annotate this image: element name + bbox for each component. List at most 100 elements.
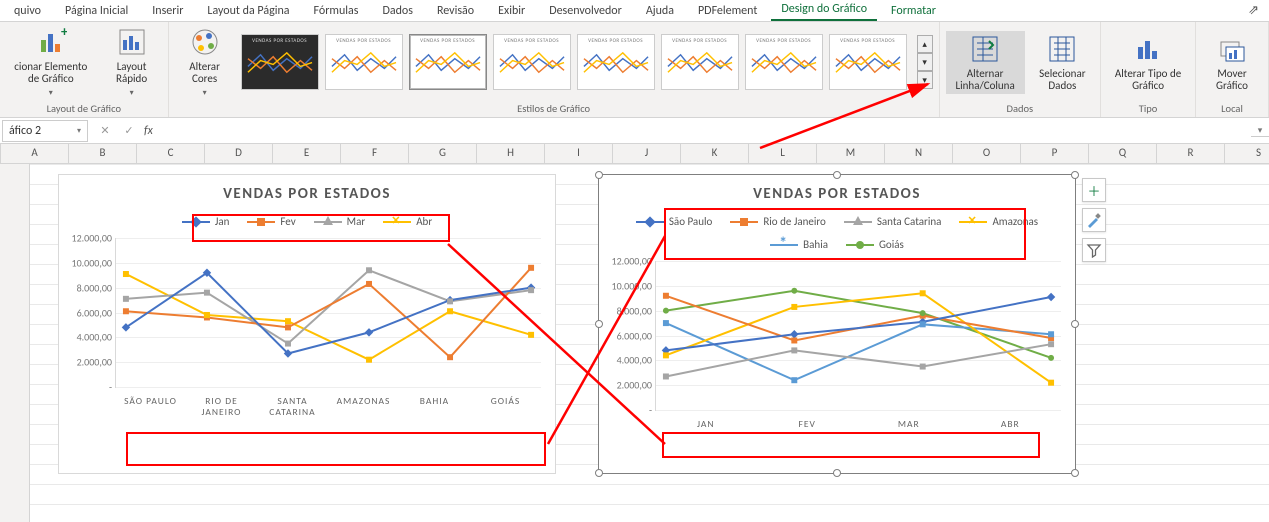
expand-formula-bar[interactable]: ▾	[1251, 125, 1269, 137]
chart-style-thumb[interactable]: VENDAS POR ESTADOS	[745, 34, 823, 90]
column-header[interactable]: A	[1, 144, 69, 163]
resize-handle[interactable]	[595, 171, 603, 179]
tab-exibir[interactable]: Exibir	[488, 1, 535, 21]
column-header[interactable]: D	[205, 144, 273, 163]
fx-icon[interactable]: fx	[144, 124, 153, 138]
chart-styles-button[interactable]	[1082, 208, 1106, 232]
dropdown-caret-icon: ▾	[203, 88, 207, 98]
chart-style-thumb[interactable]: VENDAS POR ESTADOS	[829, 34, 907, 90]
change-colors-button[interactable]: Alterar Cores ▾	[175, 24, 235, 100]
tab-ajuda[interactable]: Ajuda	[636, 1, 684, 21]
column-header[interactable]: Q	[1089, 144, 1157, 163]
resize-handle[interactable]	[1071, 469, 1079, 477]
x-tick-label: JAN	[655, 419, 757, 430]
tab-revis-o[interactable]: Revisão	[427, 1, 484, 21]
x-tick-label: GOIÁS	[470, 396, 541, 418]
column-header[interactable]: L	[749, 144, 817, 163]
column-header[interactable]: F	[341, 144, 409, 163]
resize-handle[interactable]	[833, 469, 841, 477]
y-tick-label: 8.000,00	[604, 304, 652, 317]
chart-style-thumb[interactable]: VENDAS POR ESTADOS	[577, 34, 655, 90]
chart-style-thumb[interactable]: VENDAS POR ESTADOS	[325, 34, 403, 90]
column-header[interactable]: S	[1225, 144, 1269, 163]
resize-handle[interactable]	[1071, 171, 1079, 179]
x-tick-label: SANTACATARINA	[257, 396, 328, 418]
switch-row-column-button[interactable]: Alternar Linha/Coluna	[946, 31, 1025, 94]
x-tick-label: MAR	[858, 419, 960, 430]
column-header[interactable]: C	[137, 144, 205, 163]
group-location: Mover Gráfico Local	[1196, 22, 1269, 117]
chart-right[interactable]: VENDAS POR ESTADOS São PauloRio de Janei…	[598, 174, 1076, 474]
group-label: Estilos de Gráfico	[175, 102, 933, 115]
chart-plot-area: 12.000,0010.000,008.000,006.000,004.000,…	[115, 238, 541, 388]
column-header[interactable]: P	[1021, 144, 1089, 163]
column-header[interactable]: J	[613, 144, 681, 163]
worksheet-grid[interactable]: VENDAS POR ESTADOS JanFevMarAbr 12.000,0…	[0, 164, 1269, 522]
chart-x-axis: JANFEVMARABR	[599, 415, 1075, 436]
formula-buttons: ✕ ✓ fx	[90, 124, 159, 138]
column-header[interactable]: I	[545, 144, 613, 163]
row-headers	[0, 164, 30, 522]
tab-quivo[interactable]: quivo	[4, 1, 51, 21]
svg-text:+: +	[61, 26, 67, 40]
select-data-button[interactable]: Selecionar Dados	[1031, 31, 1094, 94]
resize-handle[interactable]	[595, 469, 603, 477]
enter-formula-icon[interactable]: ✓	[120, 124, 138, 137]
chart-legend: São PauloRio de JaneiroSanta CatarinaAma…	[599, 209, 1075, 257]
column-header[interactable]: G	[409, 144, 477, 163]
tab-design-do-gr-fico[interactable]: Design do Gráfico	[771, 0, 877, 21]
column-header[interactable]: R	[1157, 144, 1225, 163]
tab-formatar[interactable]: Formatar	[881, 1, 946, 21]
column-header[interactable]: N	[885, 144, 953, 163]
tab-desenvolvedor[interactable]: Desenvolvedor	[539, 1, 632, 21]
x-tick-label: BAHIA	[399, 396, 470, 418]
gallery-scroll-down[interactable]: ▾	[917, 53, 933, 71]
tab-f-rmulas[interactable]: Fórmulas	[304, 1, 369, 21]
chart-style-thumb[interactable]: VENDAS POR ESTADOS	[241, 34, 319, 90]
share-button[interactable]: ⇗	[1238, 0, 1269, 21]
group-label: Local	[1202, 102, 1262, 115]
y-tick-label: 12.000,00	[64, 232, 112, 245]
x-tick-label: AMAZONAS	[328, 396, 399, 418]
resize-handle[interactable]	[1071, 320, 1079, 328]
move-chart-button[interactable]: Mover Gráfico	[1202, 31, 1262, 94]
tab-p-gina-inicial[interactable]: Página Inicial	[55, 1, 138, 21]
dropdown-caret-icon: ▾	[77, 126, 81, 136]
tab-dados[interactable]: Dados	[373, 1, 423, 21]
column-header[interactable]: K	[681, 144, 749, 163]
y-tick-label: 2.000,00	[64, 356, 112, 369]
resize-handle[interactable]	[595, 320, 603, 328]
chart-elements-button[interactable]: ＋	[1082, 178, 1106, 202]
column-header[interactable]: B	[69, 144, 137, 163]
name-box-value: áfico 2	[9, 124, 41, 138]
y-tick-label: 2.000,00	[604, 379, 652, 392]
chart-left[interactable]: VENDAS POR ESTADOS JanFevMarAbr 12.000,0…	[58, 174, 556, 474]
cancel-formula-icon[interactable]: ✕	[96, 124, 114, 137]
chart-style-thumb[interactable]: VENDAS POR ESTADOS	[409, 34, 487, 90]
gallery-expand[interactable]: ▾	[917, 71, 933, 89]
chart-element-buttons: ＋	[1082, 178, 1106, 262]
group-chart-layout: + cionar Elemento de Gráfico ▾ Layout Rá…	[0, 22, 169, 117]
tab-inserir[interactable]: Inserir	[142, 1, 193, 21]
column-header[interactable]: O	[953, 144, 1021, 163]
gallery-scroll-up[interactable]: ▴	[917, 35, 933, 53]
add-chart-element-button[interactable]: + cionar Elemento de Gráfico ▾	[6, 24, 96, 100]
chart-style-thumb[interactable]: VENDAS POR ESTADOS	[661, 34, 739, 90]
change-chart-type-button[interactable]: Alterar Tipo de Gráfico	[1107, 31, 1189, 94]
column-header[interactable]: E	[273, 144, 341, 163]
y-tick-label: 10.000,00	[64, 256, 112, 269]
resize-handle[interactable]	[833, 171, 841, 179]
group-label: Tipo	[1107, 102, 1189, 115]
name-box[interactable]: áfico 2 ▾	[2, 120, 88, 142]
quick-layout-button[interactable]: Layout Rápido ▾	[102, 24, 162, 100]
group-data: Alternar Linha/Coluna Selecionar Dados D…	[940, 22, 1102, 117]
column-header[interactable]: H	[477, 144, 545, 163]
y-tick-label: -	[64, 381, 112, 394]
chart-style-thumb[interactable]: VENDAS POR ESTADOS	[493, 34, 571, 90]
chart-x-axis: SÃO PAULORIO DEJANEIROSANTACATARINAAMAZO…	[59, 392, 555, 424]
tab-layout-da-p-gina[interactable]: Layout da Página	[197, 1, 299, 21]
chart-title: VENDAS POR ESTADOS	[599, 175, 1075, 209]
column-header[interactable]: M	[817, 144, 885, 163]
chart-filters-button[interactable]	[1082, 238, 1106, 262]
tab-pdfelement[interactable]: PDFelement	[688, 1, 767, 21]
